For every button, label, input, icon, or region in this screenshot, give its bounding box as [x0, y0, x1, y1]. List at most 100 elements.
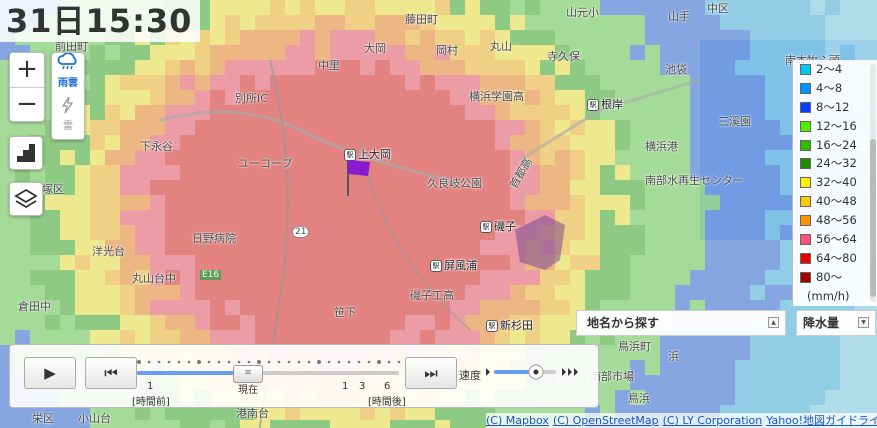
- chevron-down-icon: ▼: [858, 317, 869, 328]
- place-label: 岡村: [436, 44, 458, 57]
- legend-swatch: [800, 234, 811, 246]
- legend-label: 56〜64: [816, 232, 857, 247]
- legend-label: 40〜48: [816, 194, 857, 209]
- legend-swatch: [800, 101, 811, 113]
- place-label: 笹下: [334, 306, 356, 319]
- step-forward-button[interactable]: ⏭: [405, 357, 457, 389]
- station-icon: 駅: [587, 99, 599, 111]
- lightning-icon: [61, 96, 74, 114]
- thunder-layer-label: 雷: [63, 121, 73, 132]
- legend-swatch: [800, 271, 811, 283]
- zoom-out-button[interactable]: −: [10, 88, 44, 122]
- station-label: 駅屏風浦: [430, 257, 477, 273]
- legend-label: 24〜32: [816, 156, 857, 171]
- legend-swatch: [800, 252, 811, 264]
- route-tag: E16: [200, 270, 222, 280]
- stairs-icon: [17, 144, 35, 162]
- place-label: 栄区: [32, 412, 54, 425]
- station-icon: 駅: [480, 221, 492, 233]
- layer-toggle: 雨雲 雷: [51, 52, 85, 140]
- legend-swatch: [800, 139, 811, 151]
- place-label: 南部水再生センター: [645, 174, 744, 187]
- play-button[interactable]: ▶: [24, 357, 76, 389]
- legend-scrollbar[interactable]: [870, 64, 876, 302]
- place-label: 横浜港: [645, 140, 678, 153]
- tick-label: 1: [147, 381, 154, 392]
- legend-scroll-thumb[interactable]: [870, 139, 876, 297]
- place-label: 藤田町: [405, 13, 438, 26]
- layers-button[interactable]: [9, 182, 43, 216]
- layers-icon: [14, 188, 38, 209]
- legend-label: 64〜80: [816, 250, 857, 265]
- place-label: 別所IC: [235, 92, 268, 105]
- speed-label: 速度: [459, 369, 481, 382]
- legend-unit: (mm/h): [807, 288, 850, 303]
- tick-label: 現在: [238, 385, 258, 396]
- place-label: 倉田中: [18, 300, 51, 313]
- legend-swatch: [800, 64, 811, 75]
- legend-item: 56〜64: [793, 230, 877, 249]
- rain-type-dropdown[interactable]: 降水量 ▼: [796, 310, 876, 336]
- legend-item: 48〜56: [793, 211, 877, 230]
- zoom-control: + −: [9, 52, 45, 122]
- tick-label: 3: [359, 381, 366, 392]
- station-label: 駅上大岡: [344, 146, 391, 162]
- radar-timestamp: 31日15:30: [0, 0, 201, 42]
- legend-swatch: [800, 215, 811, 227]
- legend-item: 12〜16: [793, 117, 877, 136]
- place-label: 大岡: [364, 42, 386, 55]
- legend-label: 80〜: [816, 269, 843, 284]
- legend-label: 16〜24: [816, 137, 857, 152]
- place-label: 小山台: [78, 412, 111, 425]
- place-search-label: 地名から探す: [587, 316, 660, 330]
- legend-label: 48〜56: [816, 213, 857, 228]
- legend-swatch: [800, 120, 811, 132]
- terrain-button[interactable]: [9, 136, 43, 170]
- legend-label: 12〜16: [816, 118, 857, 133]
- legend-item: 32〜40: [793, 173, 877, 192]
- place-label: 鳥浜: [628, 392, 650, 405]
- legend-label: 2〜4: [816, 62, 843, 76]
- legend-item: 4〜8: [793, 79, 877, 98]
- legend-item: 24〜32: [793, 154, 877, 173]
- station-icon: 駅: [486, 320, 498, 332]
- station-label: 駅磯子: [480, 218, 516, 234]
- place-label: 丸山台中: [132, 272, 176, 285]
- fast-icon: [562, 368, 578, 376]
- place-label: 塚区: [42, 183, 64, 196]
- cloud-icon: [57, 52, 77, 70]
- tick-label: 1: [342, 381, 349, 392]
- place-search-dropdown[interactable]: 地名から探す ▲: [576, 310, 786, 336]
- legend-item: 80〜: [793, 268, 877, 287]
- tick-label: [時間後]: [368, 397, 406, 408]
- station-label: 駅新杉田: [486, 317, 533, 333]
- place-label: 横浜学園高: [469, 90, 524, 103]
- step-back-button[interactable]: ⏮: [85, 357, 137, 389]
- attribution-link[interactable]: (C) OpenStreetMap: [553, 414, 659, 427]
- place-label: 丸山: [490, 40, 512, 53]
- zoom-in-button[interactable]: +: [10, 53, 44, 88]
- place-label: 山手: [668, 10, 690, 23]
- attribution-link[interactable]: (C) Mapbox: [486, 414, 549, 427]
- legend-label: 8〜12: [816, 99, 850, 114]
- legend-swatch: [800, 196, 811, 208]
- legend-item: 16〜24: [793, 136, 877, 155]
- chevron-up-icon: ▲: [768, 317, 779, 328]
- place-label: 久良岐公園: [427, 177, 482, 190]
- time-slider-track[interactable]: [133, 357, 403, 381]
- attribution-link[interactable]: (C) LY Corporation: [663, 414, 763, 427]
- place-label: 山元小: [566, 6, 599, 19]
- attribution-link[interactable]: Yahoo!地図ガイドライン: [766, 414, 877, 427]
- tick-label: [時間前]: [132, 397, 170, 408]
- precipitation-legend: 2〜4 4〜8 8〜12 12〜16 16〜24 24〜32 32〜40 40〜48 48〜56…: [792, 60, 877, 306]
- station-label: 駅根岸: [587, 96, 623, 112]
- time-player: ▶ ⏮ ⏭ ≡ 1 [時間前] 現在 1 3 6 [時間後] 速度: [9, 344, 599, 408]
- legend-item: 8〜12: [793, 98, 877, 117]
- legend-swatch: [800, 82, 811, 94]
- tick-label: 6: [384, 381, 391, 392]
- thunder-layer-button[interactable]: 雷: [52, 96, 84, 139]
- station-icon: 駅: [344, 149, 356, 161]
- place-label: 洋光台: [92, 245, 125, 258]
- speed-slider[interactable]: [484, 362, 580, 382]
- rain-layer-button[interactable]: 雨雲: [52, 52, 84, 96]
